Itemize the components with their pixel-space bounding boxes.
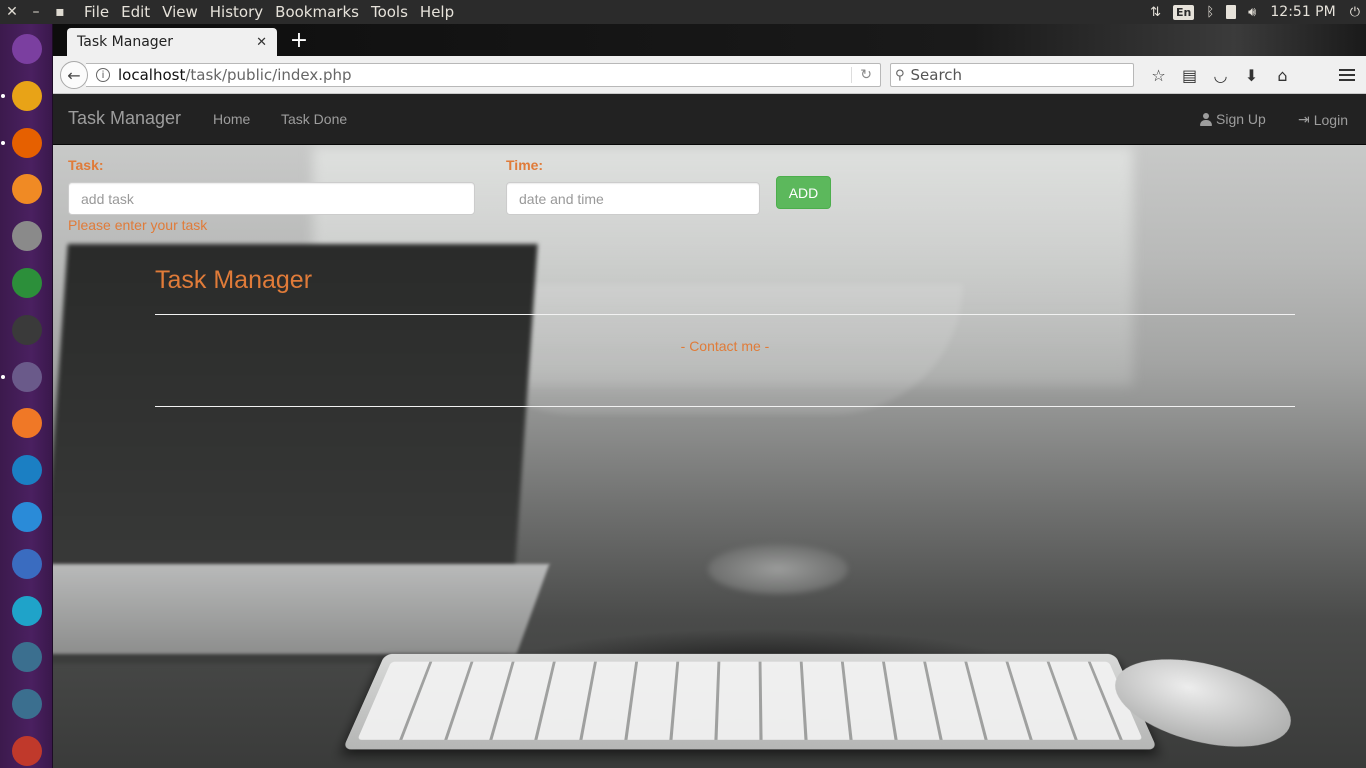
menu-history[interactable]: History	[204, 0, 269, 24]
menu-edit[interactable]: Edit	[115, 0, 156, 24]
launcher-app-blue-icon[interactable]	[7, 450, 47, 490]
bluetooth-icon[interactable]: ᛒ	[1206, 5, 1214, 20]
browser-navbar: i localhost /task/public/index.php ↻ ← ⚲…	[53, 56, 1366, 94]
search-input[interactable]: ⚲ Search	[890, 63, 1134, 87]
top-panel: ✕ – ▪ File Edit View History Bookmarks T…	[0, 0, 1366, 24]
task-input[interactable]: add task	[68, 182, 475, 215]
launcher-files-icon[interactable]	[7, 76, 47, 116]
site-navbar: Task Manager Home Task Done Sign Up ⇥ Lo…	[53, 94, 1366, 145]
launcher-app-pen-icon[interactable]	[7, 544, 47, 584]
site-info-icon[interactable]: i	[96, 68, 110, 82]
time-input[interactable]: date and time	[506, 182, 760, 215]
page-title: Task Manager	[155, 266, 313, 294]
restore-window-icon[interactable]: ▪	[48, 0, 72, 24]
launcher-app-trash-icon[interactable]	[7, 731, 47, 768]
launcher-app-q1-icon[interactable]	[7, 637, 47, 677]
reading-list-icon[interactable]: ▤	[1174, 61, 1205, 89]
toolbar-icons: ☆ ▤ ◡ ⬇ ⌂	[1143, 61, 1298, 89]
url-path: /task/public/index.php	[185, 66, 352, 84]
login-label: Login	[1313, 111, 1348, 128]
downloads-icon[interactable]: ⬇	[1236, 61, 1267, 89]
bookmark-star-icon[interactable]: ☆	[1143, 61, 1174, 89]
hamburger-menu-icon[interactable]	[1334, 62, 1360, 88]
menu-tools[interactable]: Tools	[365, 0, 414, 24]
reload-icon[interactable]: ↻	[851, 67, 872, 83]
launcher-terminal-icon[interactable]	[7, 310, 47, 350]
launcher-app-dots-icon[interactable]	[7, 497, 47, 537]
sign-up-label: Sign Up	[1216, 111, 1266, 127]
divider-bottom	[155, 406, 1295, 407]
url-bar[interactable]: i localhost /task/public/index.php ↻	[86, 63, 881, 87]
home-icon[interactable]: ⌂	[1267, 61, 1298, 89]
close-window-icon[interactable]: ✕	[0, 0, 24, 24]
task-label: Task:	[68, 157, 104, 173]
nav-home[interactable]: Home	[213, 111, 250, 127]
search-icon: ⚲	[895, 67, 905, 83]
launcher-software-center-icon[interactable]	[7, 169, 47, 209]
clock[interactable]: 12:51 PM	[1270, 4, 1335, 20]
site-brand[interactable]: Task Manager	[68, 108, 181, 129]
system-indicators: ⇅ En ᛒ 🔊︎ 12:51 PM ⏻	[1144, 0, 1366, 24]
running-indicator	[1, 93, 5, 98]
tab-title: Task Manager	[77, 34, 174, 50]
running-indicator	[1, 374, 5, 379]
contact-link[interactable]: - Contact me -	[155, 338, 1295, 354]
launcher-orange-app-icon[interactable]	[7, 403, 47, 443]
launcher-atom-icon[interactable]	[7, 357, 47, 397]
login-icon: ⇥	[1298, 111, 1310, 127]
power-icon[interactable]: ⏻	[1350, 5, 1360, 20]
url-host: localhost	[118, 66, 186, 84]
menu-view[interactable]: View	[156, 0, 204, 24]
time-placeholder: date and time	[519, 190, 604, 207]
running-indicator	[1, 140, 5, 145]
close-tab-icon[interactable]: ✕	[256, 35, 267, 50]
task-placeholder: add task	[81, 190, 134, 207]
search-placeholder: Search	[910, 66, 963, 84]
time-label: Time:	[506, 157, 544, 173]
web-page: Task Manager Home Task Done Sign Up ⇥ Lo…	[53, 94, 1366, 768]
user-icon	[1200, 112, 1212, 126]
language-badge: En	[1173, 4, 1195, 20]
launcher-ubuntu-dash-icon[interactable]	[7, 29, 47, 69]
battery-icon[interactable]	[1226, 5, 1237, 19]
browser-tab[interactable]: Task Manager ✕	[67, 28, 277, 56]
add-button[interactable]: ADD	[776, 176, 831, 209]
nav-sign-up[interactable]: Sign Up	[1200, 111, 1266, 127]
launcher-update-icon[interactable]	[7, 591, 47, 631]
pocket-icon[interactable]: ◡	[1205, 61, 1236, 89]
minimize-window-icon[interactable]: –	[24, 0, 48, 24]
menu-bookmarks[interactable]: Bookmarks	[269, 0, 365, 24]
launcher-settings-icon[interactable]	[7, 216, 47, 256]
app-menubar: File Edit View History Bookmarks Tools H…	[78, 0, 460, 24]
task-error-message: Please enter your task	[68, 217, 208, 233]
tab-strip: Task Manager ✕ +	[53, 24, 1366, 56]
launcher	[0, 24, 53, 768]
volume-icon[interactable]: 🔊︎	[1248, 5, 1256, 20]
launcher-app-q2-icon[interactable]	[7, 684, 47, 724]
nav-task-done[interactable]: Task Done	[281, 111, 347, 127]
new-tab-icon[interactable]: +	[287, 28, 311, 53]
back-button[interactable]: ←	[60, 61, 88, 89]
keyboard-language[interactable]: En	[1173, 4, 1195, 20]
nav-login[interactable]: ⇥ Login	[1298, 111, 1348, 128]
divider-top	[155, 314, 1295, 315]
menu-file[interactable]: File	[78, 0, 115, 24]
launcher-firefox-icon[interactable]	[7, 123, 47, 163]
launcher-chrome-icon[interactable]	[7, 263, 47, 303]
network-icon[interactable]: ⇅	[1150, 5, 1161, 20]
menu-help[interactable]: Help	[414, 0, 460, 24]
